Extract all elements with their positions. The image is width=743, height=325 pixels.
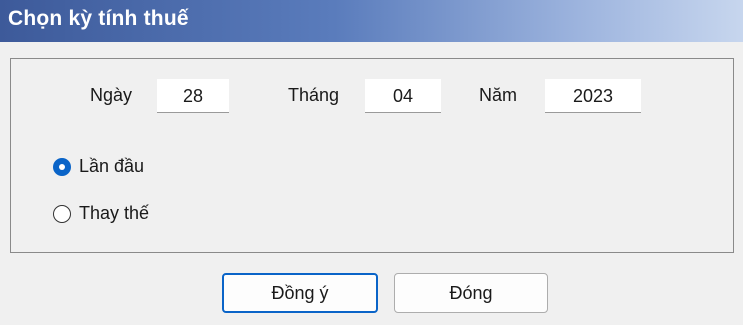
radio-checked-icon[interactable] [53, 157, 71, 176]
title-bar: Chọn kỳ tính thuế [0, 0, 743, 42]
ok-button[interactable]: Đồng ý [222, 273, 378, 313]
period-groupbox: Ngày 28 Tháng 04 Năm 2023 Lần đầu Thay t… [10, 58, 734, 253]
month-field[interactable]: 04 [365, 79, 441, 113]
close-button[interactable]: Đóng [394, 273, 548, 313]
year-label: Năm [479, 85, 518, 105]
day-label: Ngày [90, 85, 133, 105]
replacement-label: Thay thế [79, 203, 150, 223]
day-field[interactable]: 28 [157, 79, 229, 113]
tax-period-dialog: Chọn kỳ tính thuế Ngày 28 Tháng 04 Năm 2… [0, 0, 743, 325]
first-time-option[interactable]: Lần đầu [53, 156, 144, 177]
replacement-option[interactable]: Thay thế [53, 203, 149, 224]
first-time-label: Lần đầu [79, 156, 145, 176]
month-label: Tháng [288, 85, 340, 105]
radio-unchecked-icon[interactable] [53, 204, 71, 223]
dialog-title: Chọn kỳ tính thuế [8, 7, 189, 30]
year-field[interactable]: 2023 [545, 79, 641, 113]
